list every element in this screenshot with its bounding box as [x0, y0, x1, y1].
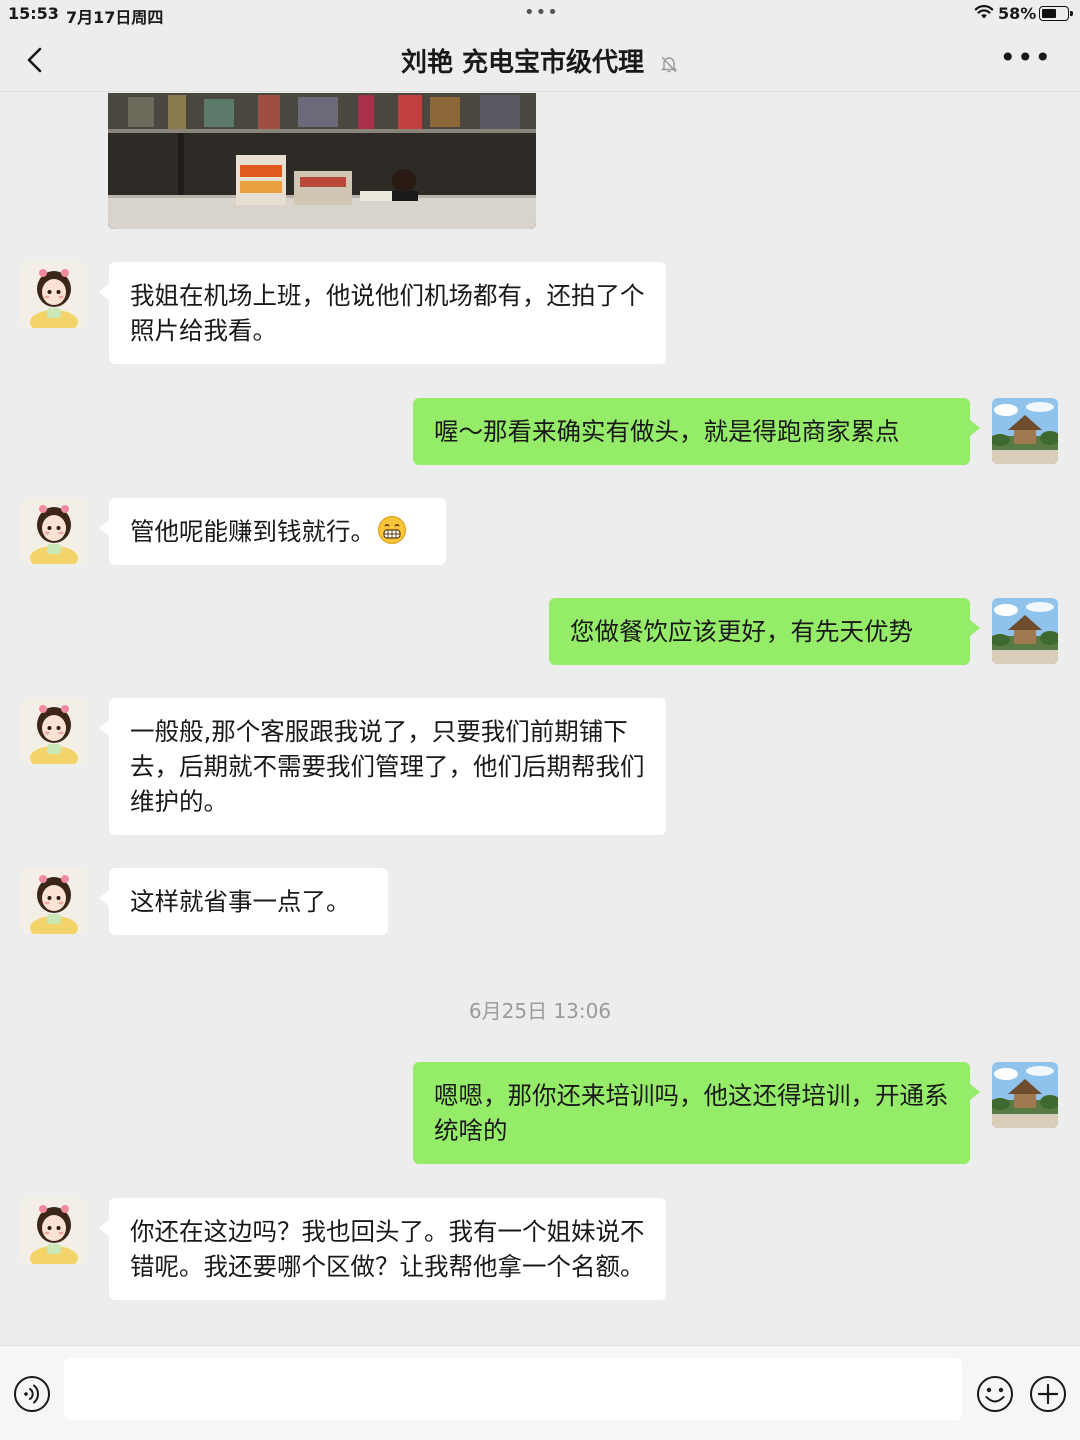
message-text: 管他呢能赚到钱就行。: [130, 517, 375, 546]
my-avatar[interactable]: [992, 1062, 1058, 1128]
message-bubble-outgoing[interactable]: 您做餐饮应该更好，有先天优势: [549, 598, 980, 665]
message-bubble-outgoing[interactable]: 喔～那看来确实有做头，就是得跑商家累点: [413, 398, 980, 465]
time-divider: 6月25日 13:06: [468, 999, 612, 1023]
contact-avatar[interactable]: [21, 868, 87, 934]
plus-icon[interactable]: [1029, 1375, 1067, 1413]
wifi-icon: [974, 5, 994, 19]
message-text: 你还在这边吗？我也回头了。我有一个姐妹说不错呢。我还要哪个区做？让我帮他拿一个名…: [130, 1217, 645, 1281]
voice-icon[interactable]: [13, 1375, 51, 1413]
contact-avatar[interactable]: [21, 698, 87, 764]
message-text: 您做餐饮应该更好，有先天优势: [570, 617, 913, 646]
my-avatar[interactable]: [992, 398, 1058, 464]
bell-slash-icon: [660, 56, 678, 72]
message-bubble-incoming[interactable]: 管他呢能赚到钱就行。: [99, 498, 446, 565]
message-bubble-incoming[interactable]: 你还在这边吗？我也回头了。我有一个姐妹说不错呢。我还要哪个区做？让我帮他拿一个名…: [99, 1198, 666, 1300]
shared-photo[interactable]: [108, 93, 536, 229]
status-time: 15:53: [8, 4, 59, 23]
emoji-icon[interactable]: [976, 1375, 1014, 1413]
message-text: 我姐在机场上班，他说他们机场都有，还拍了个照片给我看。: [130, 281, 645, 345]
more-dots-icon[interactable]: •••: [999, 44, 1052, 72]
message-text: 这样就省事一点了。: [130, 887, 351, 916]
contact-avatar[interactable]: [21, 498, 87, 564]
my-avatar[interactable]: [992, 598, 1058, 664]
status-bar: 15:53 7月17日周四 ••• 58%: [0, 0, 1080, 28]
chat-area: 我姐在机场上班，他说他们机场都有，还拍了个照片给我看。 喔～那看来确实有做头，就…: [0, 93, 1080, 1345]
multitask-dots-icon[interactable]: •••: [524, 2, 559, 23]
grin-emoji-icon: [378, 516, 406, 544]
message-bubble-outgoing[interactable]: 嗯嗯，那你还来培训吗，他这还得培训，开通系统啥的: [413, 1062, 980, 1164]
contact-avatar[interactable]: [21, 262, 87, 328]
battery-icon: [1039, 6, 1073, 21]
contact-avatar[interactable]: [21, 1198, 87, 1264]
chat-title: 刘艳 充电宝市级代理: [400, 48, 644, 78]
input-bar: [0, 1345, 1080, 1440]
message-bubble-incoming[interactable]: 我姐在机场上班，他说他们机场都有，还拍了个照片给我看。: [99, 262, 666, 364]
message-bubble-incoming[interactable]: 一般般,那个客服跟我说了，只要我们前期铺下去，后期就不需要我们管理了，他们后期帮…: [99, 698, 666, 835]
battery-percent: 58%: [998, 4, 1037, 23]
message-text: 一般般,那个客服跟我说了，只要我们前期铺下去，后期就不需要我们管理了，他们后期帮…: [130, 717, 645, 816]
message-text: 嗯嗯，那你还来培训吗，他这还得培训，开通系统啥的: [434, 1081, 949, 1145]
message-bubble-incoming[interactable]: 这样就省事一点了。: [99, 868, 388, 935]
chat-header: 刘艳 充电宝市级代理 •••: [0, 28, 1080, 92]
message-input[interactable]: [64, 1358, 962, 1420]
message-text: 喔～那看来确实有做头，就是得跑商家累点: [434, 417, 900, 446]
status-date: 7月17日周四: [66, 8, 164, 27]
